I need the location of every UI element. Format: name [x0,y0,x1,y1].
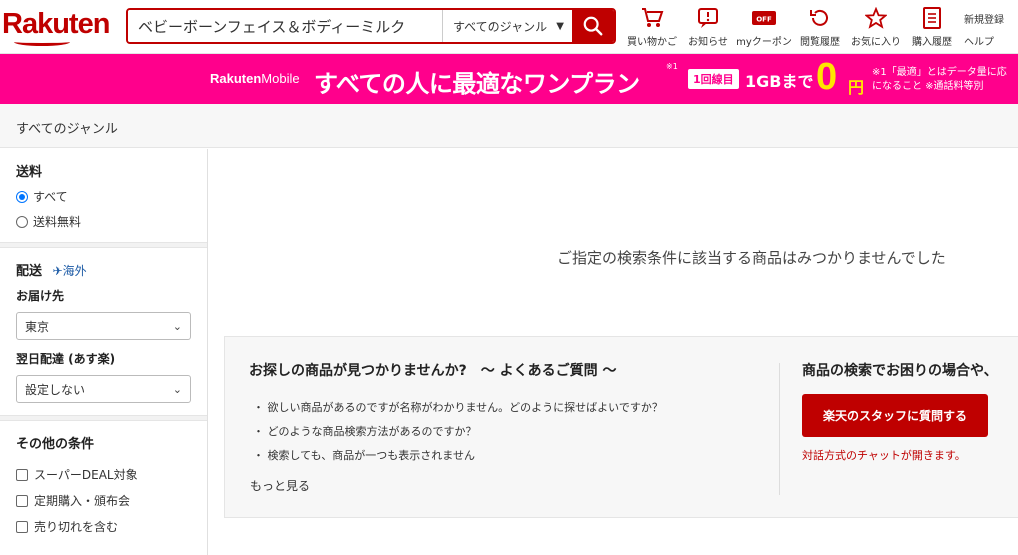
faq-link[interactable]: ・ どのような商品検索方法があるのですか？ [253,423,477,439]
nav-help-label[interactable]: ヘルプ [964,33,994,48]
chat-note: 対話方式のチャットが開きます。 [802,449,966,462]
nav-history[interactable]: 閲覧履歴 [796,6,844,48]
filter-sidebar: 送料 すべて 送料無料 配送 ✈海外 お届け先 東京 ⌄ 翌日配達 (あす楽) … [0,149,208,555]
nextday-select-value: 設定しない [25,382,86,397]
notice-icon [698,8,718,28]
search-icon [583,16,603,36]
shipping-title: 送料 [16,165,43,180]
banner-brand: RakutenMobile [210,71,300,86]
nav-favorite[interactable]: お気に入り [851,6,901,48]
nav-favorite-label: お気に入り [851,37,901,48]
promo-banner[interactable]: RakutenMobile すべての人に最適なワンプラン ※1 1回線目 1GB… [0,54,1018,104]
airplane-icon: ✈ [52,264,63,278]
star-icon [865,7,887,29]
breadcrumb-item[interactable]: すべてのジャンル [16,118,118,137]
other-title: その他の条件 [16,437,95,452]
chevron-down-icon: ⌄ [172,319,182,333]
banner-gb: 1GBまで [745,72,814,91]
ask-staff-button[interactable]: 楽天のスタッフに質問する [802,394,988,437]
nextday-title: 翌日配達 (あす楽) [16,352,116,366]
destination-select-value: 東京 [25,319,50,334]
shipping-option-all-label: すべて [33,190,68,204]
caret-down-icon: ▼ [556,20,564,32]
other-section: その他の条件 スーパーDEAL対象 定期購入・頒布会 売り切れを含む [0,421,207,535]
nav-cart[interactable]: 買い物かご [627,6,677,48]
delivery-section: 配送 ✈海外 お届け先 東京 ⌄ 翌日配達 (あす楽) 設定しない ⌄ [0,248,207,403]
banner-yen: 円 [848,78,865,97]
nav-coupon[interactable]: OFF myクーポン [736,6,792,48]
svg-text:OFF: OFF [756,16,772,24]
help-title: お探しの商品が見つかりませんか? ～ よくあるご質問 ～ [249,363,617,379]
banner-note: ※1「最適」とはデータ量に応 になること ※通話料等別 [872,66,1007,94]
shipping-section: 送料 すべて 送料無料 [0,149,207,230]
receipt-icon [923,7,941,29]
other-option[interactable]: 売り切れを含む [16,518,191,535]
more-link[interactable]: もっと見る [250,477,310,494]
nav-notice[interactable]: お知らせ [684,6,732,48]
destination-select[interactable]: 東京 ⌄ [16,312,191,340]
radio-free[interactable] [16,215,28,228]
coupon-icon: OFF [752,11,776,25]
banner-brand-bold: Rakuten [210,71,262,86]
help-box: お探しの商品が見つかりませんか? ～ よくあるご質問 ～ ・ 欲しい商品があるの… [224,336,1018,518]
banner-sup: ※1 [666,62,678,71]
radio-all[interactable] [16,190,28,203]
delivery-title: 配送 ✈海外 [16,260,191,279]
genre-select-label: すべてのジャンル [453,19,548,34]
nav-notice-label: お知らせ [688,37,728,48]
destination-title: お届け先 [16,289,65,303]
help-title-staff: 商品の検索でお困りの場合や、 [802,363,998,379]
nav-register[interactable]: 新規登録 ヘルプ [964,6,1004,49]
nav-register-label: 新規登録 [964,14,1004,26]
faq-link[interactable]: ・ 検索しても、商品が一つも表示されません [253,447,475,463]
banner-brand-rest: Mobile [261,71,300,86]
shipping-option-free[interactable]: 送料無料 [16,213,191,230]
logo-swoosh [14,38,70,46]
other-option[interactable]: スーパーDEAL対象 [16,466,191,483]
checkbox[interactable] [16,468,28,481]
delivery-title-label: 配送 [16,264,43,279]
nextday-select[interactable]: 設定しない ⌄ [16,375,191,403]
nav-cart-label: 買い物かご [627,37,677,48]
other-option-label: 売り切れを含む [34,520,119,534]
other-option[interactable]: 定期購入・頒布会 [16,492,191,509]
nav-coupon-label: myクーポン [736,37,792,48]
banner-note-line1: ※1「最適」とはデータ量に応 [872,67,1007,78]
nav-purchase[interactable]: 購入履歴 [908,6,956,48]
rakuten-logo[interactable]: Rakuten [2,8,110,41]
banner-note-line2: になること ※通話料等別 [872,81,984,92]
divider [779,363,780,495]
abroad-label: 海外 [62,264,87,278]
genre-select[interactable]: すべてのジャンル ▼ [442,10,572,42]
nav-purchase-label: 購入履歴 [912,37,952,48]
header-nav: 買い物かご お知らせ OFF myクーポン 閲覧履歴 お気に入り 購入履歴 新規… [627,6,1004,49]
search-bar: すべてのジャンル ▼ [126,8,616,44]
banner-zero: 0 [816,56,838,98]
checkbox[interactable] [16,494,28,507]
breadcrumb: すべてのジャンル [0,104,1018,148]
shipping-option-free-label: 送料無料 [33,215,82,229]
checkbox[interactable] [16,520,28,533]
faq-link[interactable]: ・ 欲しい商品があるのですが名称がわかりません。どのように探せばよいですか？ [253,399,663,415]
search-button[interactable] [572,10,614,42]
header: Rakuten すべてのジャンル ▼ 買い物かご お知らせ OFF myクーポン [0,0,1018,54]
abroad-link[interactable]: ✈海外 [53,264,87,278]
history-icon [810,9,828,26]
other-option-label: スーパーDEAL対象 [34,468,138,482]
chevron-down-icon: ⌄ [172,382,182,396]
banner-headline: すべての人に最適なワンプラン [314,70,640,98]
no-result-message: ご指定の検索条件に該当する商品はみつかりませんでした [557,249,946,267]
other-option-label: 定期購入・頒布会 [34,494,131,508]
cart-icon [642,8,664,27]
nav-history-label: 閲覧履歴 [800,37,840,48]
shipping-option-all[interactable]: すべて [16,188,191,205]
search-input[interactable] [128,10,442,42]
banner-tag: 1回線目 [688,69,739,89]
